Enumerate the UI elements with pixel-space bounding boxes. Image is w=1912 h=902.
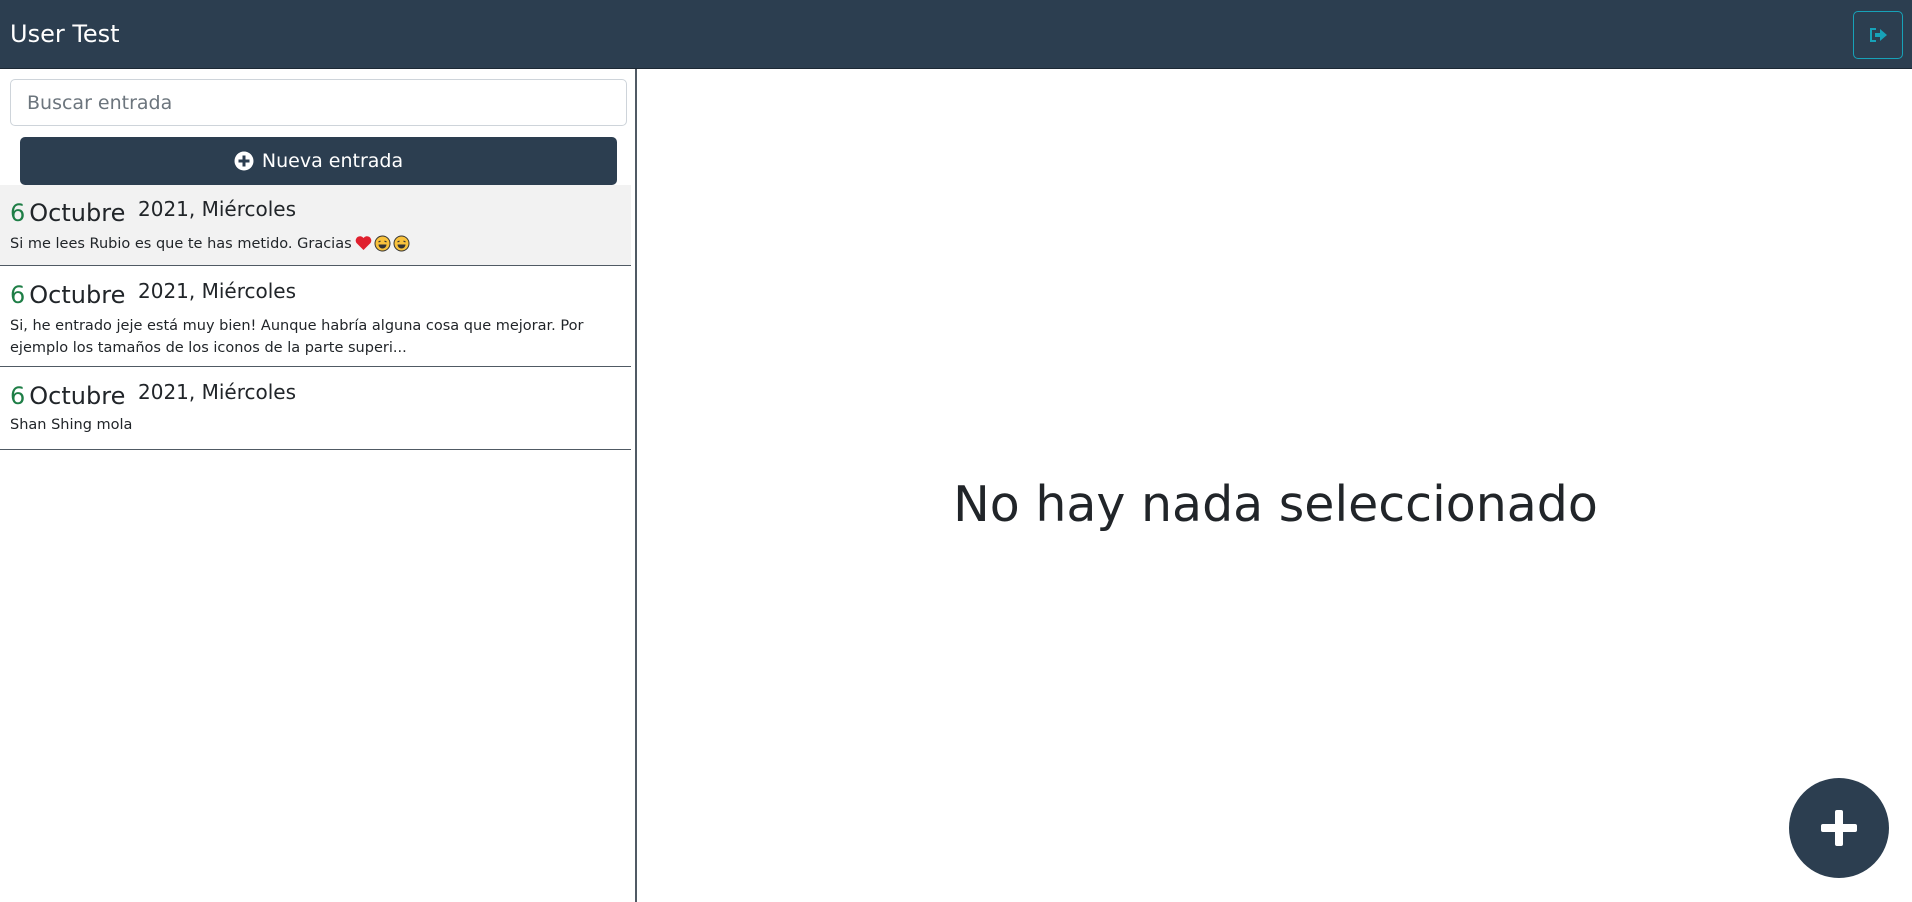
entry-date: 6 Octubre: [10, 281, 125, 311]
entry-year-weekday: 2021, Miércoles: [138, 197, 297, 221]
entry-text: Si me lees Rubio es que te has metido. G…: [10, 233, 625, 255]
new-entry-label: Nueva entrada: [261, 150, 404, 172]
entry-item[interactable]: 6 Octubre 2021, Miércoles Si me lees Rubi…: [0, 185, 631, 266]
plus-circle-icon: [234, 151, 254, 171]
entry-month: Octubre: [29, 382, 126, 410]
entry-item[interactable]: 6 Octubre 2021, Miércoles Shan Shing mola: [0, 368, 631, 450]
sidebar: Nueva entrada 6Octubre 2021, Miércoles S…: [0, 69, 637, 902]
search-input[interactable]: [10, 79, 627, 126]
entry-day: 6: [10, 281, 26, 309]
plus-icon: [1821, 810, 1857, 846]
top-navbar: User Test: [0, 0, 1912, 69]
entry-day: 6: [10, 199, 26, 227]
entry-day: 6: [10, 382, 26, 410]
entry-year-weekday: 2021, Miércoles: [138, 380, 297, 404]
heart-icon: [355, 236, 371, 250]
entry-month: Octubre: [29, 199, 126, 227]
app-title: User Test: [10, 20, 120, 48]
entry-text: Si, he entrado jeje está muy bien! Aunqu…: [10, 318, 584, 356]
entry-emojis: [355, 235, 410, 252]
entry-item[interactable]: 6 Octubre 2021, Miércoles Si, he entrado …: [0, 267, 631, 367]
entry-text-content: Si me lees Rubio es que te has metido. G…: [10, 236, 352, 252]
entry-date: 6 Octubre: [10, 199, 125, 229]
main-content: No hay nada seleccionado: [639, 69, 1912, 902]
entry-year-weekday: 2021, Miércoles: [138, 279, 297, 303]
add-entry-fab[interactable]: [1789, 778, 1889, 878]
sign-out-icon: [1870, 28, 1887, 42]
new-entry-button[interactable]: Nueva entrada: [20, 137, 617, 185]
laughing-face-icon: [374, 235, 391, 252]
entry-month: Octubre: [29, 281, 126, 309]
laughing-face-icon: [393, 235, 410, 252]
logout-button[interactable]: [1853, 11, 1903, 59]
entry-text: Shan Shing mola: [10, 417, 133, 433]
entry-date: 6 Octubre: [10, 382, 125, 412]
empty-state-message: No hay nada seleccionado: [953, 476, 1598, 533]
